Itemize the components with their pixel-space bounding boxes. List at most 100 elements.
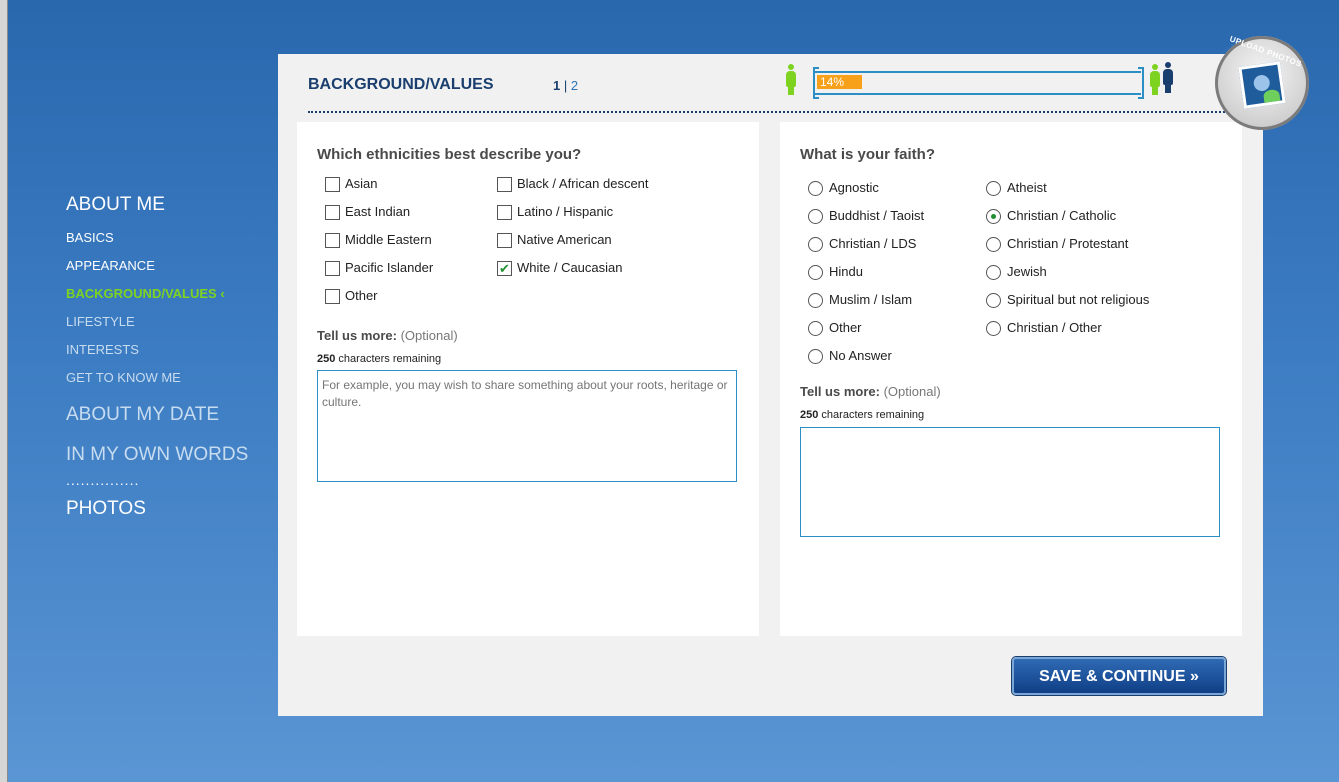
ethnicity-option[interactable]: Latino / Hispanic [497,202,613,222]
radio-button[interactable] [808,209,823,225]
faith-option[interactable]: Agnostic [808,178,879,198]
page-2-link[interactable]: 2 [571,78,578,93]
radio-button[interactable] [986,237,1001,253]
sidebar-item-background-values[interactable]: BACKGROUND/VALUES ‹ [66,280,266,308]
checkbox-label: Pacific Islander [345,260,434,275]
faith-question: What is your faith? [800,146,935,163]
checkbox-label: White / Caucasian [517,260,623,275]
checkbox-label: Black / African descent [517,176,649,191]
sidebar-item-basics[interactable]: BASICS [66,224,266,252]
ethnicity-option[interactable]: Native American [497,230,612,250]
checkbox-label: Latino / Hispanic [517,204,614,219]
sidebar-section-photos[interactable]: PHOTOS [66,498,266,520]
progress-bar: 14% [817,75,862,89]
checkbox[interactable] [497,233,512,249]
radio-label: Agnostic [829,180,879,195]
faith-option[interactable]: Muslim / Islam [808,290,912,310]
profile-form-panel: BACKGROUND/VALUES 1 | 2 14% Which ethnic… [278,54,1263,716]
faith-details-textarea[interactable] [800,427,1220,537]
sidebar-section-about-my-date[interactable]: ABOUT MY DATE [66,404,266,426]
radio-label: Jewish [1007,264,1047,279]
faith-option[interactable]: Jewish [986,262,1047,282]
radio-button[interactable] [986,321,1001,337]
radio-label: No Answer [829,348,892,363]
page-indicator: 1 | 2 [553,78,578,93]
ethnicity-option[interactable]: Other [325,286,378,306]
optional-label: (Optional) [400,328,458,343]
sidebar-divider: ............... [66,472,140,488]
sidebar-section-about-me[interactable]: ABOUT ME [66,194,266,216]
radio-button[interactable] [986,265,1001,281]
faith-option[interactable]: Spiritual but not religious [986,290,1149,310]
radio-label: Christian / Catholic [1007,208,1117,223]
checkbox[interactable] [325,233,340,249]
radio-label: Buddhist / Taoist [829,208,925,223]
faith-option[interactable]: Other [808,318,862,338]
sidebar-item-appearance[interactable]: APPEARANCE [66,252,266,280]
ethnicity-option[interactable]: East Indian [325,202,410,222]
radio-label: Muslim / Islam [829,292,913,307]
ethnicity-option[interactable]: Asian [325,174,378,194]
faith-option[interactable]: Christian / Other [986,318,1102,338]
faith-option[interactable]: Christian / Catholic [986,206,1116,226]
sidebar-item-interests[interactable]: INTERESTS [66,336,266,364]
radio-label: Other [829,320,862,335]
sidebar-section-in-my-own-words[interactable]: IN MY OWN WORDS [66,444,266,466]
faith-option[interactable]: Atheist [986,178,1047,198]
faith-option[interactable]: Christian / Protestant [986,234,1128,254]
radio-button[interactable] [808,349,823,365]
header-divider [308,111,1225,113]
optional-label: (Optional) [883,384,941,399]
checkbox-label: Asian [345,176,378,191]
radio-label: Atheist [1007,180,1047,195]
radio-button[interactable] [808,293,823,309]
ethnicity-chars-remaining: 250 characters remaining [317,353,441,365]
page-separator: | [560,78,571,93]
faith-chars-remaining: 250 characters remaining [800,409,924,421]
radio-label: Hindu [829,264,863,279]
radio-button[interactable] [808,181,823,197]
faith-option[interactable]: Christian / LDS [808,234,916,254]
sidebar-item-get-to-know-me[interactable]: GET TO KNOW ME [66,364,266,392]
sidebar-item-label: BACKGROUND/VALUES [66,286,217,301]
radio-button[interactable] [986,181,1001,197]
checkbox[interactable] [325,261,340,277]
save-continue-button[interactable]: SAVE & CONTINUE » [1012,657,1226,695]
faith-option[interactable]: No Answer [808,346,892,366]
checkbox-label: Other [345,288,378,303]
profile-sidebar: ABOUT ME BASICS APPEARANCE BACKGROUND/VA… [66,194,266,528]
ethnicity-option[interactable]: Middle Eastern [325,230,432,250]
radio-label: Christian / Other [1007,320,1102,335]
chevron-left-icon: ‹ [220,286,225,301]
ethnicity-option[interactable]: Pacific Islander [325,258,433,278]
ethnicity-option[interactable]: White / Caucasian [497,258,623,279]
checkbox[interactable] [497,259,512,279]
checkbox[interactable] [497,205,512,221]
radio-button[interactable] [808,237,823,253]
radio-button[interactable] [986,209,1001,225]
checkbox[interactable] [497,177,512,193]
faith-option[interactable]: Buddhist / Taoist [808,206,924,226]
radio-label: Christian / LDS [829,236,917,251]
progress-bracket-right [1138,67,1144,99]
faith-card: What is your faith? Agnostic Atheist Buddh… [780,122,1242,636]
progress-track [813,71,1141,95]
checkbox[interactable] [325,177,340,193]
checkbox[interactable] [325,289,340,305]
ethnicity-card: Which ethnicities best describe you? Asi… [297,122,759,636]
ethnicity-details-textarea[interactable] [317,370,737,482]
chars-count: 250 [317,353,336,365]
person-icon [785,64,797,95]
ethnicity-question: Which ethnicities best describe you? [317,146,582,163]
faith-option[interactable]: Hindu [808,262,863,282]
radio-button[interactable] [808,321,823,337]
checkbox[interactable] [325,205,340,221]
checkbox-label: Middle Eastern [345,232,432,247]
checkbox-label: Native American [517,232,612,247]
sidebar-item-lifestyle[interactable]: LIFESTYLE [66,308,266,336]
ethnicity-option[interactable]: Black / African descent [497,174,649,194]
radio-button[interactable] [808,265,823,281]
chars-text: characters remaining [338,353,442,365]
radio-button[interactable] [986,293,1001,309]
more-label: Tell us more: [800,384,880,399]
